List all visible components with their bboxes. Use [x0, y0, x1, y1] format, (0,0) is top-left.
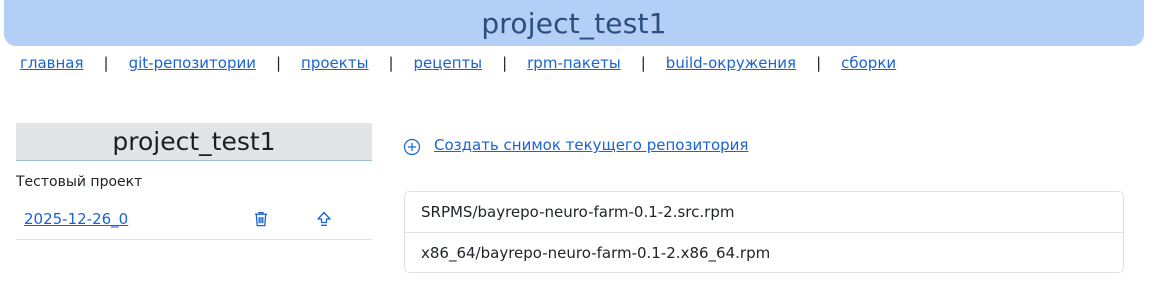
- snapshot-row: 2025-12-26_0: [16, 200, 372, 240]
- nav-separator: |: [502, 54, 508, 72]
- nav-separator: |: [103, 54, 109, 72]
- nav-separator: |: [275, 54, 282, 72]
- project-description: Тестовый проект: [16, 174, 143, 190]
- snapshot-link[interactable]: 2025-12-26_0: [24, 210, 128, 228]
- main-nav: главная | git-репозитории | проекты | ре…: [20, 53, 896, 73]
- nav-link-projects[interactable]: проекты: [301, 54, 368, 72]
- nav-link-build-envs[interactable]: build-окружения: [666, 54, 796, 72]
- file-list: SRPMS/bayrepo-neuro-farm-0.1-2.src.rpm x…: [404, 191, 1124, 273]
- page-title: project_test1: [481, 6, 667, 40]
- project-header: project_test1: [16, 123, 372, 161]
- file-list-item: SRPMS/bayrepo-neuro-farm-0.1-2.src.rpm: [421, 203, 735, 221]
- nav-separator: |: [388, 54, 394, 72]
- project-title: project_test1: [112, 127, 276, 156]
- nav-link-rpm-packages[interactable]: rpm-пакеты: [527, 54, 621, 72]
- trash-icon[interactable]: [251, 209, 271, 229]
- create-snapshot-action: Создать снимок текущего репозитория: [403, 134, 748, 156]
- upload-icon[interactable]: [314, 209, 334, 229]
- nav-link-recipes[interactable]: рецепты: [414, 54, 483, 72]
- header-banner: project_test1: [4, 0, 1144, 46]
- nav-link-home[interactable]: главная: [20, 54, 84, 72]
- file-list-item: x86_64/bayrepo-neuro-farm-0.1-2.x86_64.r…: [405, 232, 1123, 272]
- plus-circle-icon[interactable]: [403, 138, 421, 156]
- nav-link-git-repos[interactable]: git-репозитории: [129, 54, 256, 72]
- project-panel: project_test1 Тестовый проект 2025-12-26…: [16, 123, 372, 240]
- create-snapshot-link[interactable]: Создать снимок текущего репозитория: [434, 136, 748, 154]
- nav-separator: |: [816, 54, 822, 72]
- nav-link-builds[interactable]: сборки: [841, 54, 896, 72]
- nav-separator: |: [640, 54, 646, 72]
